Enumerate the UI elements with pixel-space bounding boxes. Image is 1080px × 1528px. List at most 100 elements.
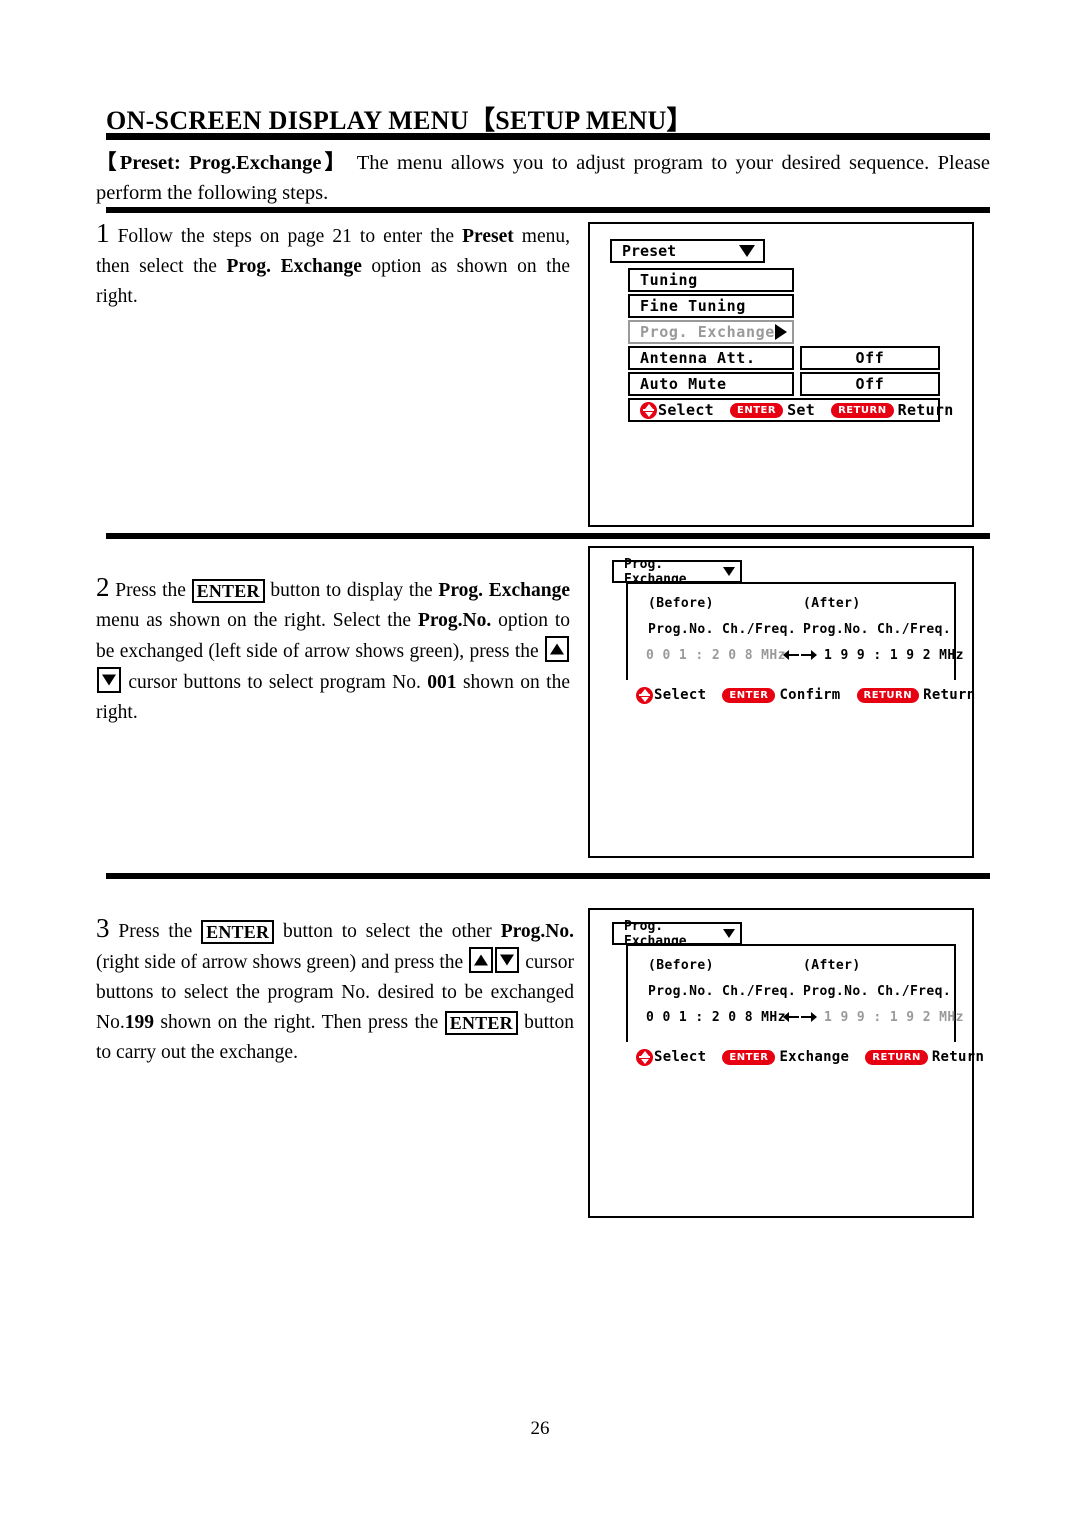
osd-exchange2-title[interactable]: Prog. Exchange [612,557,742,587]
osd-exchange3-col-after: (After) [803,958,861,973]
osd-row-prog-exchange[interactable]: Prog. Exchange [628,320,794,344]
osd-exchange3-hint-bar: Select ENTER Exchange RETURN Return [626,1042,984,1072]
step-1-bold-prog-exchange: Prog. Exchange [226,256,362,277]
cursor-down-key-icon [97,667,121,693]
left-right-arrow-icon [783,648,817,666]
section-divider-2 [106,533,990,539]
step-2-text: 2 Press the ENTER button to display the … [96,572,570,728]
osd-value-auto-mute[interactable]: Off [800,372,940,396]
enter-pill-icon: ENTER [730,402,784,418]
osd-exchange2-hint-select-label: Select [654,687,707,703]
osd-row-fine-tuning-label: Fine Tuning [640,297,746,315]
osd-frame-preset: Preset Tuning Fine Tuning Prog. Exchange… [588,222,974,527]
osd-exchange3-value-before[interactable]: 0 0 1 : 2 0 8 MHz [646,1010,786,1025]
step-2-bold-prog-exchange: Prog. Exchange [438,580,570,601]
osd-exchange2-value-after[interactable]: 1 9 9 : 1 9 2 MHz [824,648,964,663]
step-1-part-1: Follow the steps on page 21 to enter the [109,226,463,247]
osd-exchange3-hint-select-label: Select [654,1049,707,1065]
osd-frame-exchange-step2: Prog. Exchange (Before) (After) Prog.No.… [588,546,975,858]
page-number: 26 [530,1418,550,1439]
step-1-number: 1 [96,218,110,248]
step-2-part-1: Press the [109,580,192,601]
updown-select-icon [636,1048,653,1066]
left-right-arrow-icon [783,1010,817,1028]
osd-exchange3-value-after[interactable]: 1 9 9 : 1 9 2 MHz [824,1010,964,1025]
osd-exchange2-col-before: (Before) [648,596,714,611]
osd-exchange2-panel: (Before) (After) Prog.No. Ch./Freq. Prog… [626,582,975,710]
step-2-number: 2 [96,572,110,602]
osd-value-auto-mute-label: Off [855,375,885,393]
updown-select-icon [640,401,657,419]
title-underline [106,133,990,140]
osd-exchange2-value-before[interactable]: 0 0 1 : 2 0 8 MHz [646,648,786,663]
step-2-part-5: cursor buttons to select program No. [122,672,428,693]
osd-value-antenna-att[interactable]: Off [800,346,940,370]
osd-row-fine-tuning[interactable]: Fine Tuning [628,294,794,318]
osd-row-auto-mute-label: Auto Mute [640,375,727,393]
osd-frame-exchange-step3: Prog. Exchange (Before) (After) Prog.No.… [588,908,984,1218]
osd-exchange3-panel: (Before) (After) Prog.No. Ch./Freq. Prog… [626,944,984,1072]
cursor-up-key-icon [545,636,569,662]
step-1-text: 1 Follow the steps on page 21 to enter t… [96,218,570,312]
osd-exchange2-hint-return-label: Return [923,687,976,703]
section-divider-3 [106,873,990,879]
section-divider-1 [106,207,990,213]
osd-exchange3-head-after: Prog.No. Ch./Freq. [803,984,952,999]
step-3-part-5: shown on the right. Then press the [153,1012,445,1033]
osd-exchange2-hint-enter-label: Confirm [779,687,841,703]
osd-exchange2-head-before: Prog.No. Ch./Freq. [648,622,797,637]
osd-exchange3-head-before: Prog.No. Ch./Freq. [648,984,797,999]
enter-key-inline-1: ENTER [191,579,265,603]
chevron-down-icon [723,929,735,938]
step-2-part-3: menu as shown on the right. Select the [96,610,418,631]
intro-bold-label: 【Preset: Prog.Exchange】 [96,152,349,174]
osd-value-antenna-att-label: Off [855,349,885,367]
step-3-text: 3 Press the ENTER button to select the o… [96,913,574,1068]
step-3-part-2: button to select the other [274,921,501,942]
osd-preset-hint-return-label: Return [897,401,954,419]
step-2-bold-prog-no: Prog.No. [417,610,492,631]
osd-exchange3-col-before: (Before) [648,958,714,973]
chevron-down-icon [739,245,755,257]
osd-preset-title-label: Preset [622,242,677,260]
cursor-down-key-icon [495,947,520,973]
step-3-bold-prog-no: Prog.No. [500,921,574,942]
return-pill-icon: RETURN [865,1049,928,1065]
osd-row-antenna-att[interactable]: Antenna Att. [628,346,794,370]
step-3-part-3: (right side of arrow shows green) and pr… [96,952,469,973]
enter-pill-icon: ENTER [722,1049,776,1065]
step-3-number: 3 [96,913,110,943]
step-2-bold-001: 001 [427,672,457,693]
osd-exchange3-title[interactable]: Prog. Exchange [612,919,742,949]
step-3-part-1: Press the [109,921,202,942]
return-pill-icon: RETURN [856,687,920,703]
step-1-bold-preset: Preset [462,226,514,247]
cursor-up-key-icon [469,947,494,973]
manual-page: ON-SCREEN DISPLAY MENU【SETUP MENU】 【Pres… [0,0,1080,1528]
intro-paragraph: 【Preset: Prog.Exchange】 The menu allows … [96,148,990,208]
step-3-bold-199: 199 [124,1012,154,1033]
osd-row-tuning-label: Tuning [640,271,698,289]
osd-exchange2-hint-bar: Select ENTER Confirm RETURN Return [626,680,975,710]
osd-exchange2-head-after: Prog.No. Ch./Freq. [803,622,952,637]
osd-row-antenna-att-label: Antenna Att. [640,349,756,367]
enter-key-inline-3: ENTER [444,1011,518,1035]
osd-exchange2-col-after: (After) [803,596,861,611]
osd-row-tuning[interactable]: Tuning [628,268,794,292]
return-pill-icon: RETURN [831,402,894,418]
enter-pill-icon: ENTER [722,687,776,703]
updown-select-icon [636,686,653,704]
osd-exchange3-hint-enter-label: Exchange [779,1049,850,1065]
osd-preset-hint-bar: Select ENTER Set RETURN Return [628,398,953,422]
osd-exchange3-hint-return-label: Return [931,1049,985,1065]
osd-preset-hint-enter-label: Set [787,401,816,419]
osd-row-prog-exchange-label: Prog. Exchange [640,323,775,341]
osd-preset-title[interactable]: Preset [610,239,765,263]
chevron-right-icon [774,324,787,340]
osd-preset-hint-select-label: Select [658,401,714,419]
chevron-down-icon [723,567,735,576]
page-title: ON-SCREEN DISPLAY MENU【SETUP MENU】 [106,106,693,135]
enter-key-inline-2: ENTER [201,920,275,944]
step-2-part-2: button to display the [264,580,439,601]
osd-row-auto-mute[interactable]: Auto Mute [628,372,794,396]
